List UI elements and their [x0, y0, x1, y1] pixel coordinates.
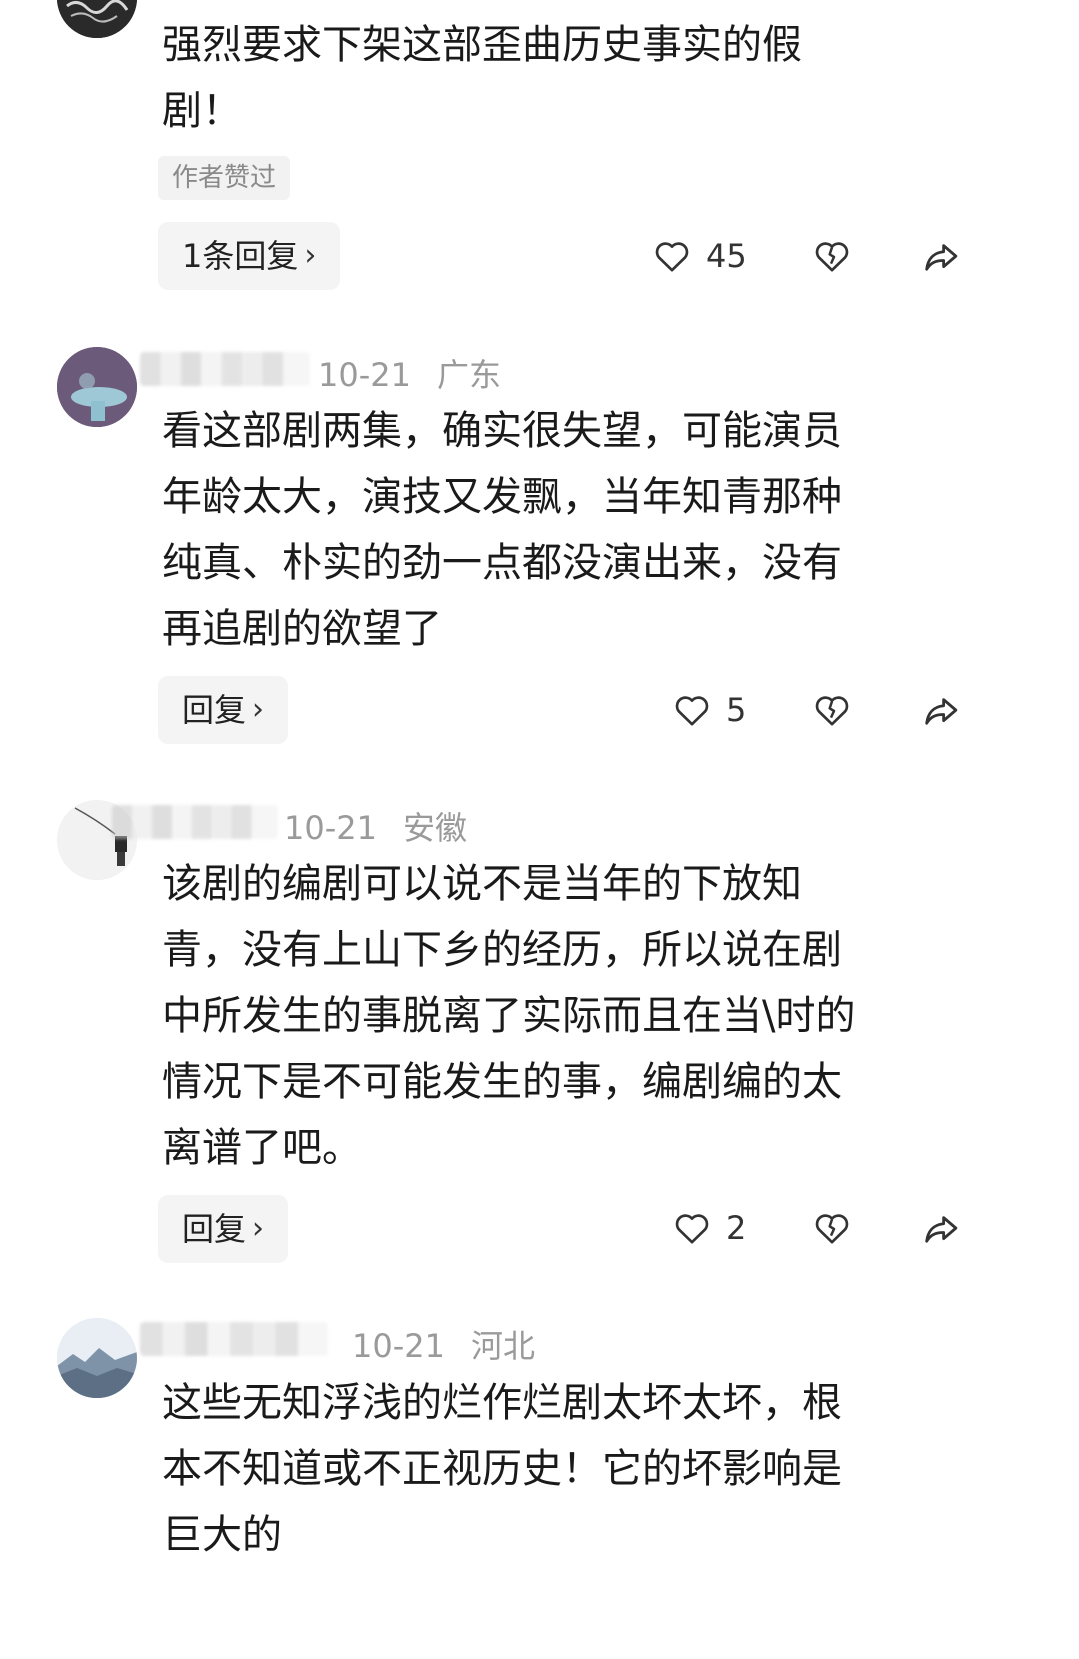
chevron-right-icon: ›: [252, 692, 265, 727]
author-liked-tag: 作者赞过: [158, 156, 291, 200]
username-blurred[interactable]: [140, 352, 310, 386]
broken-heart-icon: [815, 242, 849, 272]
comment-meta: 10-21 安徽: [284, 803, 467, 849]
comment-text: 强烈要求下架这部歪曲历史事实的假 剧！: [162, 22, 802, 134]
comment-location: 河北: [470, 1327, 535, 1365]
dislike-button[interactable]: [812, 690, 852, 730]
avatar[interactable]: [57, 1318, 137, 1398]
share-button[interactable]: [920, 1208, 962, 1250]
dislike-button[interactable]: [812, 1208, 852, 1248]
chevron-right-icon: ›: [252, 1211, 265, 1246]
share-button[interactable]: [920, 690, 962, 732]
like-button[interactable]: 5: [672, 690, 746, 730]
comment-text: 该剧的编剧可以说不是当年的下放知 青，没有上山下乡的经历，所以说在剧 中所发生的…: [162, 861, 856, 1171]
broken-heart-icon: [815, 1214, 849, 1244]
comment-location: 安徽: [402, 809, 467, 847]
reply-button[interactable]: 回复 ›: [158, 1195, 289, 1263]
comment-text: 看这部剧两集，确实很失望，可能演员 年龄太大，演技又发飘，当年知青那种 纯真、朴…: [162, 408, 842, 652]
avatar[interactable]: [57, 0, 137, 38]
like-button[interactable]: 2: [672, 1208, 746, 1248]
reply-label: 回复: [182, 1210, 247, 1248]
comment-date: 10-21: [318, 356, 411, 394]
chevron-right-icon: ›: [304, 238, 317, 273]
reply-button[interactable]: 1条回复 ›: [158, 222, 341, 290]
heart-outline-icon: [655, 242, 689, 272]
share-arrow-icon: [925, 698, 958, 725]
reply-button[interactable]: 回复 ›: [158, 676, 289, 744]
comment-location: 广东: [436, 356, 501, 394]
like-count: 45: [706, 237, 747, 275]
dislike-button[interactable]: [812, 236, 852, 276]
like-button[interactable]: 45: [652, 236, 747, 276]
reply-label: 1条回复: [182, 237, 299, 275]
reply-label: 回复: [182, 691, 247, 729]
username-blurred[interactable]: [112, 805, 278, 839]
heart-outline-icon: [675, 1214, 709, 1244]
comment-meta: 10-21 河北: [352, 1321, 535, 1367]
share-arrow-icon: [925, 244, 958, 271]
avatar[interactable]: [57, 347, 137, 427]
share-button[interactable]: [920, 236, 962, 278]
like-count: 2: [726, 1209, 747, 1247]
broken-heart-icon: [815, 696, 849, 726]
share-arrow-icon: [925, 1216, 958, 1243]
heart-outline-icon: [675, 696, 709, 726]
comment-meta: 10-21 广东: [318, 350, 501, 396]
comment-date: 10-21: [284, 809, 377, 847]
like-count: 5: [726, 691, 747, 729]
username-blurred[interactable]: [140, 1322, 328, 1356]
comment-date: 10-21: [352, 1327, 445, 1365]
comment-text: 这些无知浮浅的烂作烂剧太坏太坏，根 本不知道或不正视历史！它的坏影响是 巨大的: [162, 1380, 842, 1558]
